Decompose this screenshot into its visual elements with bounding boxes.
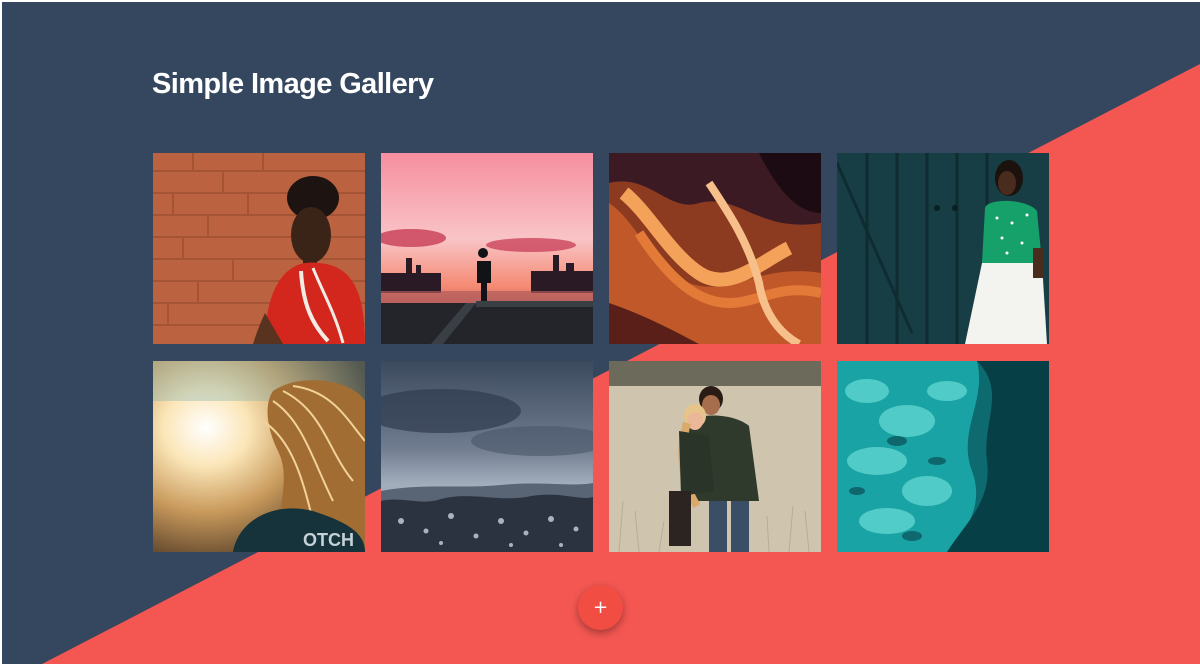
photo-stormy-forest: [381, 361, 593, 552]
photo-woman-brick-wall: [153, 153, 365, 344]
plus-icon: +: [592, 597, 609, 618]
photo-woman-teal-door: [837, 153, 1049, 344]
gallery-image-4[interactable]: [837, 153, 1049, 344]
gallery-image-7[interactable]: [609, 361, 821, 552]
photo-sunset-silhouette: [381, 153, 593, 344]
photo-canyon-rock: [609, 153, 821, 344]
gallery-image-1[interactable]: [153, 153, 365, 344]
image-grid: OTCH: [2, 2, 1200, 664]
gallery-image-3[interactable]: [609, 153, 821, 344]
gallery-image-5[interactable]: OTCH: [153, 361, 365, 552]
add-image-button[interactable]: +: [578, 585, 623, 630]
gallery-image-2[interactable]: [381, 153, 593, 344]
photo-hair-sunlight: OTCH: [153, 361, 365, 552]
photo-couple-field: [609, 361, 821, 552]
gallery-image-8[interactable]: [837, 361, 1049, 552]
svg-text:OTCH: OTCH: [303, 530, 354, 550]
photo-turquoise-water: [837, 361, 1049, 552]
gallery-image-6[interactable]: [381, 361, 593, 552]
gallery-page: Simple Image Gallery OTCH +: [2, 2, 1200, 664]
